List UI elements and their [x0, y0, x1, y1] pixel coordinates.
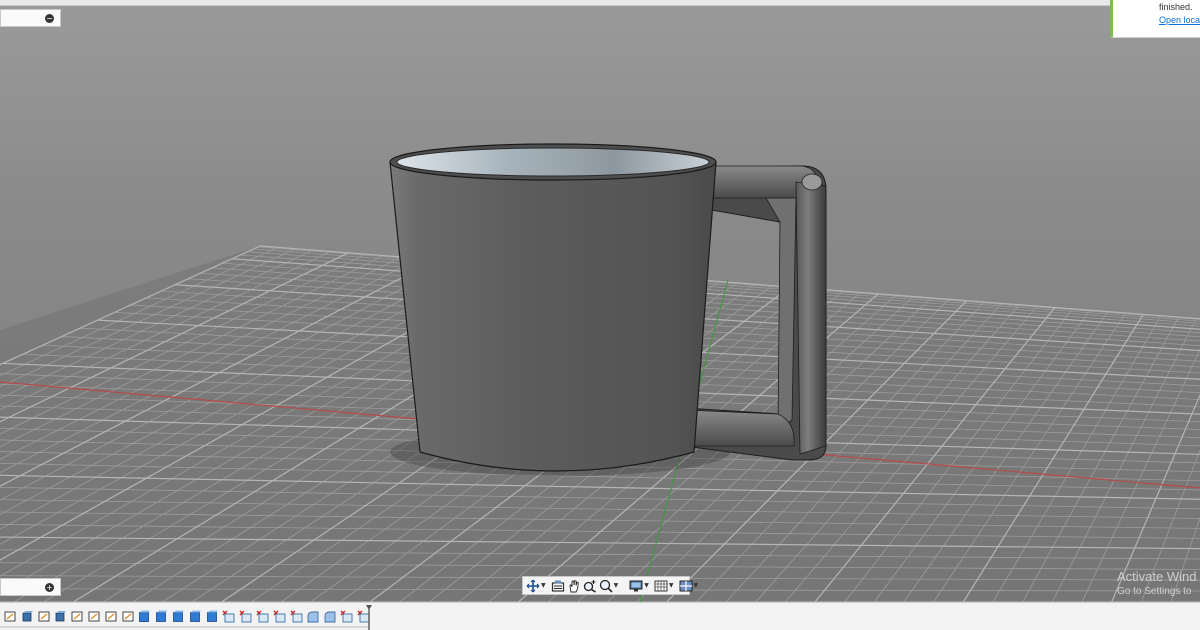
timeline-feature-fillet[interactable]: [323, 610, 336, 623]
browser-panel-header[interactable]: −: [0, 9, 61, 27]
timeline-feature-extrude[interactable]: [21, 610, 34, 623]
grid-icon: [654, 580, 668, 591]
extrude-icon: [55, 611, 67, 622]
chevron-down-icon[interactable]: ▼: [614, 582, 619, 589]
navigation-toolbar: ▼ ▼ ▼ ▼ ▼: [522, 576, 698, 595]
orbit-button[interactable]: ▼: [526, 578, 549, 593]
look-at-button[interactable]: [551, 578, 565, 593]
timeline-feature-body[interactable]: [206, 610, 219, 623]
timeline-marker[interactable]: [366, 605, 372, 630]
fillet-icon: [324, 611, 336, 623]
timeline-feature-body[interactable]: [172, 610, 185, 623]
body-icon: [139, 610, 151, 622]
watermark-subtitle: Go to Settings to: [1117, 586, 1192, 597]
viewports-button[interactable]: ▼: [679, 578, 702, 593]
sketch-x-icon: [273, 610, 286, 623]
body-icon: [206, 610, 218, 622]
timeline-feature-sketch[interactable]: [4, 610, 17, 623]
body-icon: [189, 610, 201, 622]
chevron-down-icon[interactable]: ▼: [669, 582, 674, 589]
grid-snaps-button[interactable]: ▼: [654, 578, 677, 593]
sketch-icon: [88, 611, 100, 622]
sketch-x-icon: [290, 610, 303, 623]
expand-panel-button[interactable]: +: [45, 583, 54, 592]
scene-canvas[interactable]: [0, 0, 1200, 602]
timeline-feature-sketch-x[interactable]: [290, 610, 303, 623]
sketch-x-icon: [256, 610, 269, 623]
top-toolbar-strip: [0, 0, 1110, 6]
sketch-icon: [71, 611, 83, 622]
body-icon: [156, 610, 168, 622]
timeline-feature-body[interactable]: [138, 610, 151, 623]
timeline-feature-sketch-x[interactable]: [239, 610, 252, 623]
sketch-icon: [4, 611, 16, 622]
collapse-panel-button[interactable]: −: [45, 14, 54, 23]
open-location-link[interactable]: Open locat: [1159, 15, 1200, 25]
comments-panel-header[interactable]: +: [0, 578, 61, 596]
chevron-down-icon[interactable]: ▼: [694, 582, 699, 589]
display-settings-button[interactable]: ▼: [629, 578, 652, 593]
sketch-icon: [122, 611, 134, 622]
design-history-timeline[interactable]: [0, 602, 1200, 630]
3d-viewport[interactable]: − + finished. Open locat Activate Wind G…: [0, 0, 1200, 602]
fit-zoom-icon: [599, 579, 613, 593]
timeline-feature-extrude[interactable]: [54, 610, 67, 623]
fit-zoom-button[interactable]: ▼: [599, 578, 622, 593]
timeline-feature-sketch[interactable]: [105, 610, 118, 623]
timeline-feature-sketch-x[interactable]: [256, 610, 269, 623]
zoom-icon: [583, 579, 596, 593]
pan-button[interactable]: [567, 578, 581, 593]
timeline-feature-body[interactable]: [155, 610, 168, 623]
display-settings-icon: [629, 580, 643, 591]
chevron-down-icon[interactable]: ▼: [644, 582, 649, 589]
look-at-icon: [551, 580, 564, 592]
sketch-icon: [38, 611, 50, 622]
timeline-feature-sketch[interactable]: [71, 610, 84, 623]
sketch-x-icon: [222, 610, 235, 623]
timeline-feature-sketch-x[interactable]: [273, 610, 286, 623]
timeline-feature-body[interactable]: [189, 610, 202, 623]
timeline-feature-sketch-x[interactable]: [340, 610, 353, 623]
body-icon: [173, 610, 184, 622]
mug-body[interactable]: [389, 143, 717, 472]
timeline-track: [0, 626, 368, 628]
notification-message: finished.: [1159, 2, 1193, 12]
fillet-icon: [307, 611, 319, 623]
sketch-x-icon: [340, 610, 353, 623]
hand-pan-icon: [569, 579, 579, 592]
timeline-feature-sketch[interactable]: [88, 610, 101, 623]
sketch-icon: [105, 611, 117, 622]
job-status-notification: finished. Open locat: [1110, 0, 1200, 38]
orbit-icon: [526, 579, 540, 592]
timeline-feature-sketch[interactable]: [38, 610, 51, 623]
watermark-title: Activate Wind: [1117, 569, 1197, 584]
sketch-x-icon: [239, 610, 252, 623]
timeline-feature-sketch[interactable]: [122, 610, 135, 623]
chevron-down-icon[interactable]: ▼: [541, 582, 546, 589]
timeline-feature-fillet[interactable]: [306, 610, 319, 623]
zoom-button[interactable]: [583, 578, 597, 593]
activation-watermark: Activate Wind Go to Settings to: [1117, 569, 1196, 597]
timeline-feature-sketch-x[interactable]: [222, 610, 235, 623]
viewports-icon: [679, 580, 692, 591]
extrude-icon: [22, 611, 33, 622]
